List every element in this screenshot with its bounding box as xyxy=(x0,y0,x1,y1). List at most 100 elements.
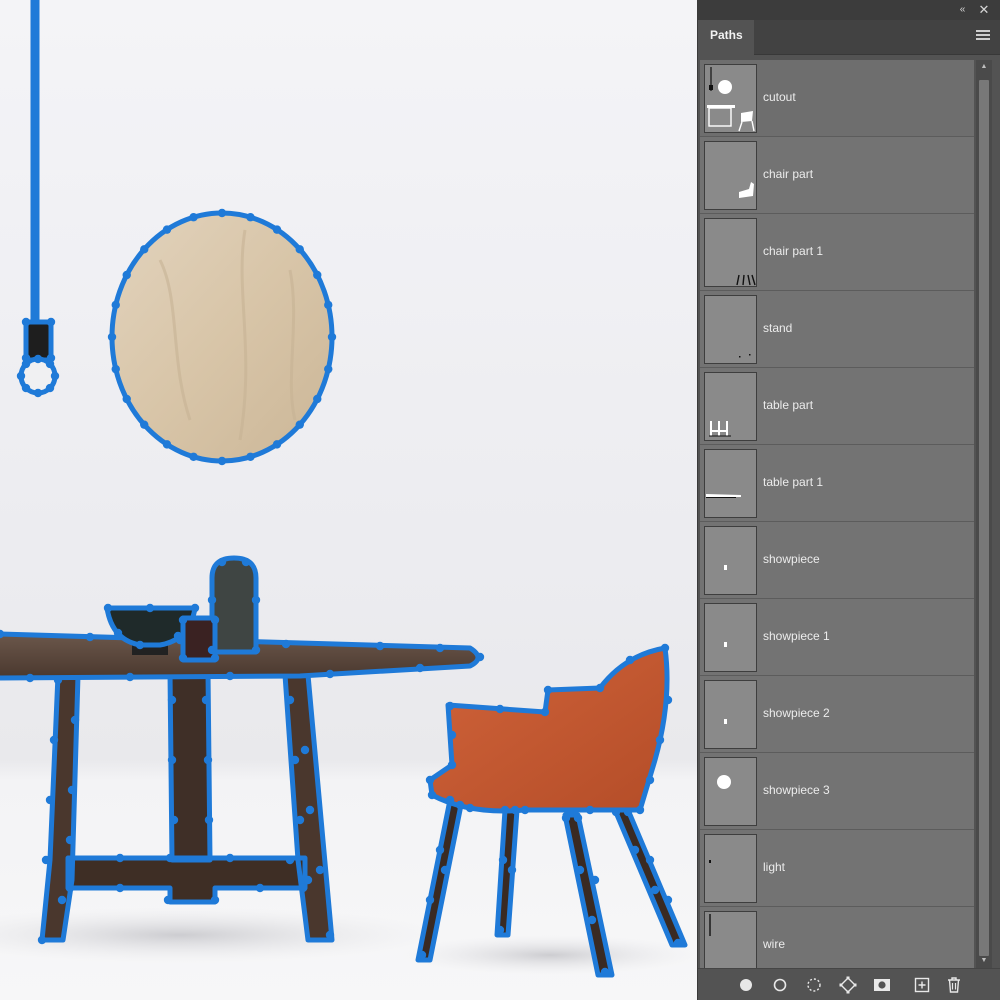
anchor-point[interactable] xyxy=(162,440,172,449)
anchor-point[interactable] xyxy=(295,245,304,254)
anchor-point[interactable] xyxy=(303,875,313,885)
anchor-point[interactable] xyxy=(178,653,188,663)
anchor-point[interactable] xyxy=(543,685,553,695)
anchor-point[interactable] xyxy=(475,652,485,662)
anchor-point[interactable] xyxy=(225,671,235,681)
anchor-point[interactable] xyxy=(375,641,385,651)
anchor-point[interactable] xyxy=(246,213,255,222)
anchor-point[interactable] xyxy=(587,915,597,925)
anchor-point[interactable] xyxy=(41,855,51,865)
new-path-button[interactable] xyxy=(912,975,932,995)
anchor-point[interactable] xyxy=(313,394,322,404)
scroll-down-arrow-icon[interactable]: ▼ xyxy=(976,954,992,968)
anchor-point[interactable] xyxy=(125,672,135,682)
document-canvas[interactable] xyxy=(0,0,697,1000)
anchor-point[interactable] xyxy=(575,865,585,875)
anchor-point[interactable] xyxy=(30,55,40,65)
path-row[interactable]: wire xyxy=(700,907,974,968)
path-row[interactable]: table part xyxy=(700,368,974,445)
anchor-point[interactable] xyxy=(415,663,425,673)
anchor-point[interactable] xyxy=(115,853,125,863)
anchor-point[interactable] xyxy=(447,730,457,740)
anchor-point[interactable] xyxy=(30,73,40,83)
anchor-point[interactable] xyxy=(30,199,40,209)
anchor-point[interactable] xyxy=(135,640,145,650)
anchor-point[interactable] xyxy=(30,307,40,317)
anchor-point[interactable] xyxy=(178,615,188,625)
anchor-point[interactable] xyxy=(445,701,455,711)
path-row[interactable]: chair part xyxy=(700,137,974,214)
anchor-point[interactable] xyxy=(45,383,55,393)
anchor-point[interactable] xyxy=(595,683,605,693)
anchor-point[interactable] xyxy=(510,805,520,815)
anchor-point[interactable] xyxy=(53,675,63,685)
anchor-point[interactable] xyxy=(21,317,31,327)
anchor-point[interactable] xyxy=(246,452,255,461)
anchor-point[interactable] xyxy=(225,853,235,863)
anchor-point[interactable] xyxy=(285,695,295,705)
anchor-point[interactable] xyxy=(285,855,295,865)
anchor-point[interactable] xyxy=(645,775,655,785)
anchor-point[interactable] xyxy=(111,300,120,310)
anchor-point[interactable] xyxy=(163,895,173,905)
path-row[interactable]: showpiece 3 xyxy=(700,753,974,830)
path-row[interactable]: table part 1 xyxy=(700,445,974,522)
path-row[interactable]: showpiece 2 xyxy=(700,676,974,753)
anchor-point[interactable] xyxy=(169,815,179,825)
anchor-point[interactable] xyxy=(107,332,117,342)
anchor-point[interactable] xyxy=(435,643,445,653)
anchor-point[interactable] xyxy=(435,845,445,855)
anchor-point[interactable] xyxy=(325,669,335,679)
anchor-point[interactable] xyxy=(650,885,660,895)
anchor-point[interactable] xyxy=(465,803,475,813)
anchor-point[interactable] xyxy=(573,813,583,823)
anchor-point[interactable] xyxy=(207,595,217,605)
paths-scrollbar[interactable]: ▲ ▼ xyxy=(976,60,992,968)
anchor-point[interactable] xyxy=(30,91,40,101)
anchor-point[interactable] xyxy=(645,855,655,865)
anchor-point[interactable] xyxy=(70,715,80,725)
anchor-point[interactable] xyxy=(611,807,621,817)
anchor-point[interactable] xyxy=(324,364,333,374)
anchor-point[interactable] xyxy=(495,925,505,935)
anchor-point[interactable] xyxy=(201,695,211,705)
anchor-point[interactable] xyxy=(173,631,183,641)
load-as-selection-button[interactable] xyxy=(804,975,824,995)
anchor-point[interactable] xyxy=(440,865,450,875)
anchor-point[interactable] xyxy=(300,745,310,755)
anchor-point[interactable] xyxy=(65,855,75,865)
vase-path[interactable] xyxy=(209,555,259,655)
anchor-point[interactable] xyxy=(210,895,220,905)
anchor-point[interactable] xyxy=(30,289,40,299)
anchor-point[interactable] xyxy=(590,875,600,885)
fill-path-button[interactable] xyxy=(736,975,756,995)
anchor-point[interactable] xyxy=(425,895,435,905)
stroke-path-button[interactable] xyxy=(770,975,790,995)
anchor-point[interactable] xyxy=(37,935,47,945)
anchor-point[interactable] xyxy=(660,643,670,653)
anchor-point[interactable] xyxy=(417,950,427,960)
path-row[interactable]: showpiece xyxy=(700,522,974,599)
anchor-point[interactable] xyxy=(45,795,55,805)
anchor-point[interactable] xyxy=(324,300,333,310)
anchor-point[interactable] xyxy=(498,855,508,865)
path-row[interactable]: chair part 1 xyxy=(700,214,974,291)
anchor-point[interactable] xyxy=(625,655,635,665)
anchor-point[interactable] xyxy=(315,865,325,875)
anchor-point[interactable] xyxy=(210,653,220,663)
close-panel-button[interactable]: ✕ xyxy=(976,2,992,18)
anchor-point[interactable] xyxy=(327,332,337,342)
anchor-point[interactable] xyxy=(561,813,571,823)
anchor-point[interactable] xyxy=(30,181,40,191)
anchor-point[interactable] xyxy=(115,883,125,893)
scroll-thumb[interactable] xyxy=(979,80,989,956)
anchor-point[interactable] xyxy=(57,895,67,905)
anchor-point[interactable] xyxy=(21,383,31,393)
delete-path-button[interactable] xyxy=(944,975,964,995)
anchor-point[interactable] xyxy=(162,225,172,234)
anchor-point[interactable] xyxy=(30,127,40,137)
anchor-point[interactable] xyxy=(167,755,177,765)
anchor-point[interactable] xyxy=(540,707,550,717)
anchor-point[interactable] xyxy=(272,225,282,234)
tab-paths[interactable]: Paths xyxy=(698,20,754,55)
